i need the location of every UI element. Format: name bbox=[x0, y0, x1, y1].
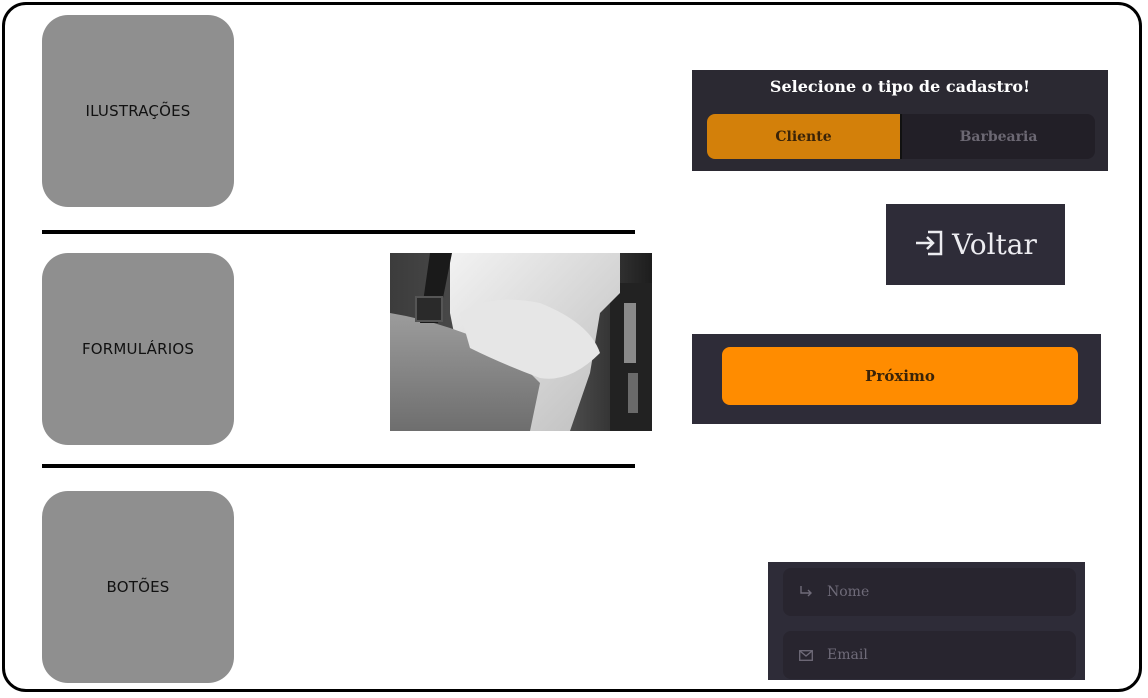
section-illustrations: ILUSTRAÇÕES bbox=[42, 15, 234, 207]
proximo-panel: Próximo bbox=[692, 334, 1101, 424]
email-field[interactable] bbox=[783, 631, 1076, 679]
email-input[interactable] bbox=[825, 646, 1049, 664]
voltar-button[interactable]: Voltar bbox=[886, 204, 1065, 285]
section-buttons: BOTÕES bbox=[42, 491, 234, 683]
voltar-label: Voltar bbox=[952, 228, 1037, 261]
signup-form bbox=[768, 562, 1085, 680]
divider bbox=[42, 464, 635, 468]
arrow-turn-right-icon bbox=[799, 586, 813, 598]
signup-type-toggle: Cliente Barbearia bbox=[707, 114, 1095, 159]
signup-type-title: Selecione o tipo de cadastro! bbox=[769, 77, 1031, 96]
section-buttons-label: BOTÕES bbox=[106, 578, 170, 596]
option-cliente[interactable]: Cliente bbox=[707, 114, 902, 159]
signup-type-panel: Selecione o tipo de cadastro! Cliente Ba… bbox=[692, 70, 1108, 171]
divider bbox=[42, 230, 635, 234]
sign-in-icon bbox=[914, 230, 944, 260]
canvas-frame: ILUSTRAÇÕES FORMULÁRIOS BOTÕES Selecione… bbox=[2, 2, 1142, 692]
envelope-icon bbox=[799, 649, 813, 661]
barber-photo bbox=[390, 253, 652, 431]
section-forms: FORMULÁRIOS bbox=[42, 253, 234, 445]
option-barbearia[interactable]: Barbearia bbox=[902, 114, 1095, 159]
section-illustrations-label: ILUSTRAÇÕES bbox=[85, 102, 191, 120]
name-input[interactable] bbox=[825, 583, 1049, 601]
proximo-button[interactable]: Próximo bbox=[722, 347, 1078, 405]
section-forms-label: FORMULÁRIOS bbox=[81, 340, 195, 358]
name-field[interactable] bbox=[783, 568, 1076, 616]
